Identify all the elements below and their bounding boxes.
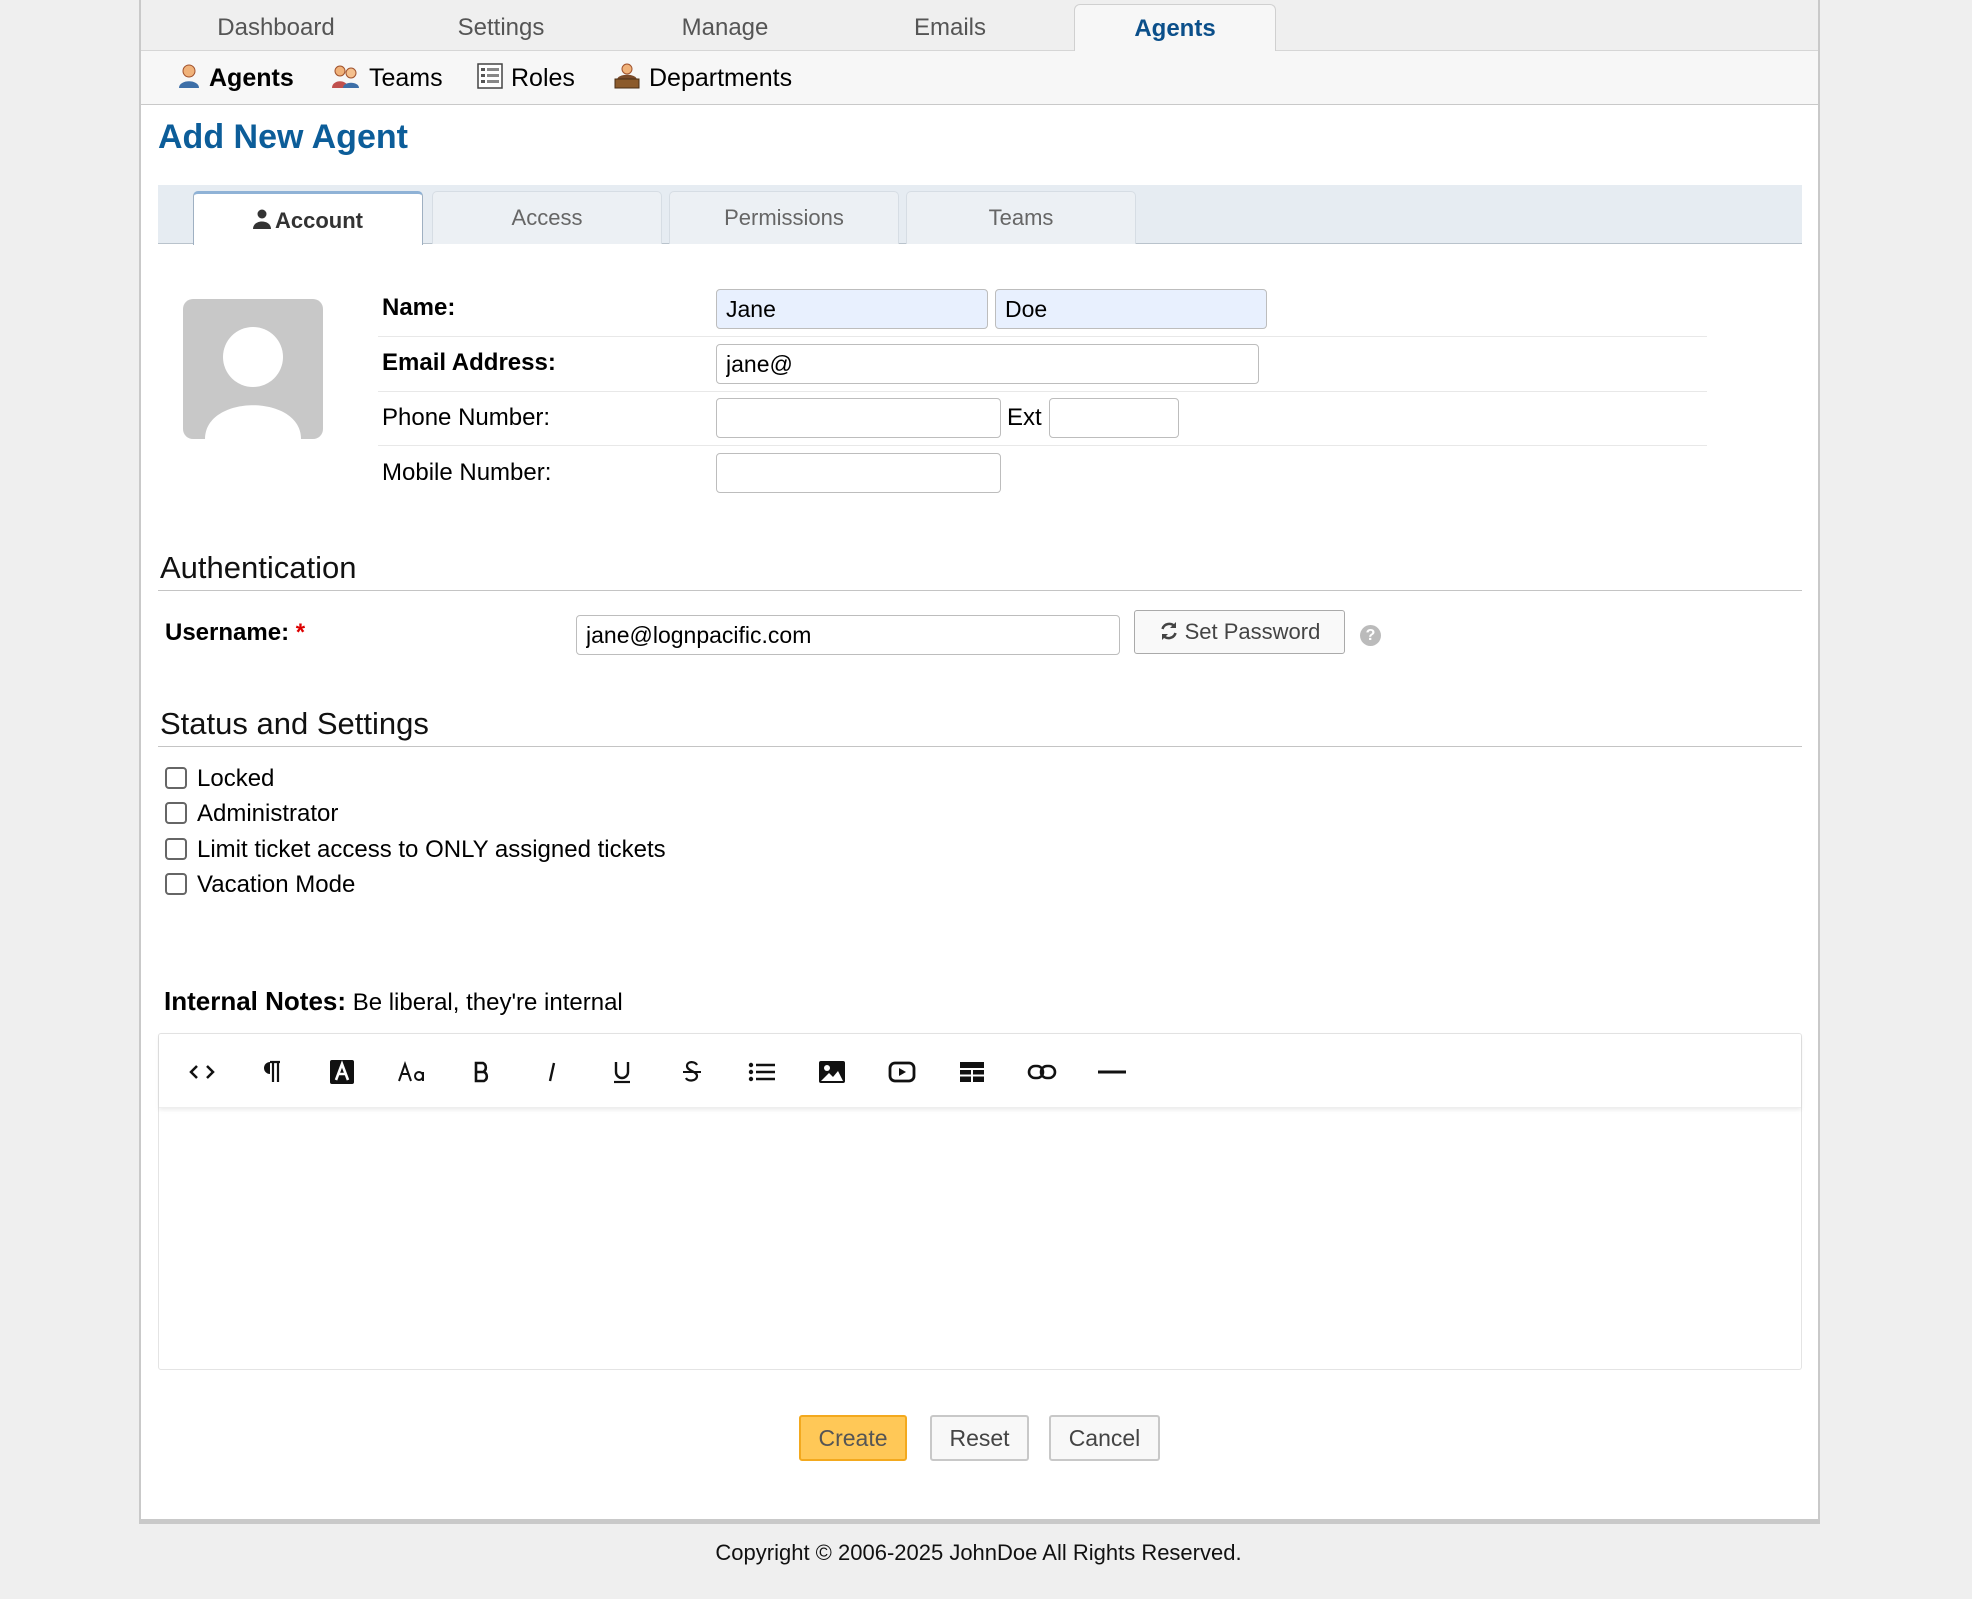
list-icon[interactable]	[742, 1052, 782, 1092]
email-label: Email Address:	[382, 349, 556, 376]
subnav-departments-label: Departments	[649, 64, 793, 92]
subnav-roles[interactable]: Roles	[477, 61, 575, 95]
name-label: Name:	[382, 294, 456, 321]
section-divider	[158, 590, 1802, 591]
internal-notes-hint: Be liberal, they're internal	[352, 989, 623, 1016]
nav-tab-settings[interactable]: Settings	[400, 4, 602, 52]
set-password-button[interactable]: Set Password	[1134, 610, 1345, 654]
avatar-placeholder-icon	[205, 327, 301, 439]
mobile-input[interactable]	[716, 453, 1001, 493]
required-marker: *	[295, 619, 306, 646]
notes-content-area[interactable]	[159, 1109, 1801, 1369]
subnav-teams[interactable]: Teams	[331, 61, 443, 95]
option-locked: Locked	[165, 764, 274, 794]
horizontal-rule-icon[interactable]	[1092, 1052, 1132, 1092]
row-divider	[378, 445, 1707, 446]
sub-nav: Agents Teams Roles Departments	[141, 51, 1818, 105]
option-label: Administrator	[197, 800, 339, 827]
option-label: Locked	[197, 765, 275, 792]
create-button[interactable]: Create	[799, 1415, 907, 1461]
locked-checkbox[interactable]	[165, 766, 187, 789]
row-divider	[378, 336, 1707, 337]
option-label: Vacation Mode	[197, 871, 356, 898]
subnav-roles-label: Roles	[511, 64, 575, 92]
italic-icon[interactable]	[532, 1052, 572, 1092]
nav-tab-agents[interactable]: Agents	[1074, 4, 1276, 52]
video-icon[interactable]	[882, 1052, 922, 1092]
tab-account[interactable]: Account	[193, 191, 423, 245]
username-label: Username: *	[165, 619, 305, 647]
tab-teams[interactable]: Teams	[906, 191, 1136, 244]
internal-notes-label: Internal Notes: Be liberal, they're inte…	[164, 986, 623, 1017]
section-divider	[158, 746, 1802, 747]
option-limit-access: Limit ticket access to ONLY assigned tic…	[165, 835, 666, 865]
paragraph-icon[interactable]	[252, 1052, 292, 1092]
editor-toolbar	[159, 1034, 1801, 1108]
link-icon[interactable]	[1022, 1052, 1062, 1092]
nav-tab-emails[interactable]: Emails	[849, 4, 1051, 52]
teams-icon	[332, 65, 359, 89]
ext-label: Ext	[1007, 404, 1042, 431]
subnav-agents-label: Agents	[209, 64, 294, 92]
administrator-checkbox[interactable]	[165, 801, 187, 824]
subnav-agents[interactable]: Agents	[177, 61, 294, 95]
subnav-teams-label: Teams	[369, 64, 443, 92]
first-name-input[interactable]	[716, 289, 988, 329]
departments-icon	[614, 63, 640, 89]
roles-icon	[477, 63, 503, 90]
font-color-icon[interactable]	[322, 1052, 362, 1092]
vacation-mode-checkbox[interactable]	[165, 872, 187, 895]
option-administrator: Administrator	[165, 799, 338, 829]
code-view-icon[interactable]	[182, 1052, 222, 1092]
image-icon[interactable]	[812, 1052, 852, 1092]
option-vacation-mode: Vacation Mode	[165, 870, 355, 900]
cancel-button[interactable]: Cancel	[1049, 1415, 1160, 1461]
username-label-text: Username:	[165, 619, 290, 646]
form-tabs: Account Access Permissions Teams	[158, 185, 1802, 245]
page-container: Dashboard Settings Manage Emails Agents …	[139, 0, 1820, 1524]
font-size-icon[interactable]	[392, 1052, 432, 1092]
agent-icon	[179, 64, 199, 89]
email-input[interactable]	[716, 344, 1259, 384]
help-icon[interactable]: ?	[1360, 625, 1381, 646]
phone-input[interactable]	[716, 398, 1001, 438]
page-title: Add New Agent	[158, 118, 408, 156]
internal-notes-title: Internal Notes:	[164, 986, 347, 1016]
set-password-label: Set Password	[1184, 619, 1321, 644]
mobile-label: Mobile Number:	[382, 459, 552, 486]
status-settings-heading: Status and Settings	[160, 706, 429, 741]
user-icon	[253, 209, 271, 230]
phone-label: Phone Number:	[382, 404, 551, 431]
bold-icon[interactable]	[462, 1052, 502, 1092]
underline-icon[interactable]	[602, 1052, 642, 1092]
nav-tab-dashboard[interactable]: Dashboard	[175, 4, 377, 52]
last-name-input[interactable]	[995, 289, 1267, 329]
ext-input[interactable]	[1049, 398, 1179, 438]
tab-account-label: Account	[275, 208, 363, 233]
nav-tab-manage[interactable]: Manage	[624, 4, 826, 52]
tab-permissions[interactable]: Permissions	[669, 191, 899, 244]
subnav-departments[interactable]: Departments	[613, 61, 792, 95]
authentication-heading: Authentication	[160, 550, 357, 585]
footer-copyright: Copyright © 2006-2025 JohnDoe All Rights…	[715, 1540, 1242, 1565]
reset-button[interactable]: Reset	[930, 1415, 1029, 1461]
username-input[interactable]	[576, 615, 1120, 655]
tab-access[interactable]: Access	[432, 191, 662, 244]
main-nav: Dashboard Settings Manage Emails Agents	[141, 0, 1818, 52]
notes-editor	[158, 1033, 1802, 1370]
limit-access-checkbox[interactable]	[165, 837, 187, 860]
refresh-icon	[1160, 622, 1177, 641]
row-divider	[378, 391, 1707, 392]
option-label: Limit ticket access to ONLY assigned tic…	[197, 836, 666, 863]
table-icon[interactable]	[952, 1052, 992, 1092]
strikethrough-icon[interactable]	[672, 1052, 712, 1092]
avatar	[183, 299, 323, 439]
